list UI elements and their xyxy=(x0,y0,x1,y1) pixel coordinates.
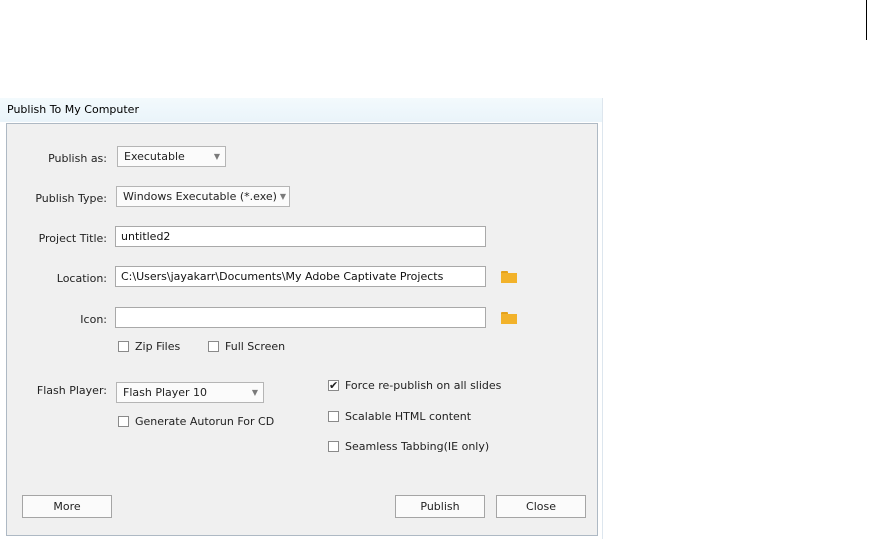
checkbox-box xyxy=(118,341,129,352)
scalable-html-checkbox[interactable]: Scalable HTML content xyxy=(328,410,471,423)
folder-icon[interactable] xyxy=(501,312,517,324)
publish-dialog: Publish To My Computer Publish as: Execu… xyxy=(0,98,603,539)
publish-type-dropdown[interactable]: Windows Executable (*.exe) ▼ xyxy=(116,186,290,207)
publish-as-value: Executable xyxy=(124,150,185,163)
location-label: Location: xyxy=(56,272,107,285)
location-input[interactable]: C:\Users\jayakarr\Documents\My Adobe Cap… xyxy=(115,266,486,287)
checkmark-icon: ✔ xyxy=(328,379,339,392)
publish-button[interactable]: Publish xyxy=(395,495,485,518)
force-republish-checkbox[interactable]: ✔ Force re-publish on all slides xyxy=(328,379,501,392)
generate-autorun-label: Generate Autorun For CD xyxy=(135,415,275,428)
seamless-tabbing-checkbox[interactable]: Seamless Tabbing(IE only) xyxy=(328,440,489,453)
project-title-label: Project Title: xyxy=(38,232,107,245)
chevron-down-icon: ▼ xyxy=(251,388,259,397)
zip-files-label: Zip Files xyxy=(135,340,181,353)
icon-path-input[interactable] xyxy=(115,307,486,328)
flash-player-dropdown[interactable]: Flash Player 10 ▼ xyxy=(116,382,264,403)
icon-label: Icon: xyxy=(80,313,107,326)
publish-as-dropdown[interactable]: Executable ▼ xyxy=(117,146,226,167)
flash-player-value: Flash Player 10 xyxy=(123,386,208,399)
force-republish-label: Force re-publish on all slides xyxy=(345,379,502,392)
dialog-title: Publish To My Computer xyxy=(7,103,139,116)
scalable-html-label: Scalable HTML content xyxy=(345,410,472,423)
project-title-input[interactable]: untitled2 xyxy=(115,226,486,247)
seamless-tabbing-label: Seamless Tabbing(IE only) xyxy=(345,440,490,453)
window-edge-divider xyxy=(866,0,867,40)
flash-player-label: Flash Player: xyxy=(36,384,107,397)
full-screen-label: Full Screen xyxy=(225,340,286,353)
checkbox-box xyxy=(118,416,129,427)
dialog-titlebar: Publish To My Computer xyxy=(0,98,602,122)
zip-files-checkbox[interactable]: Zip Files xyxy=(118,340,180,353)
chevron-down-icon: ▼ xyxy=(279,192,287,201)
publish-type-value: Windows Executable (*.exe) xyxy=(123,190,277,203)
checkbox-box xyxy=(328,441,339,452)
more-button[interactable]: More xyxy=(22,495,112,518)
generate-autorun-checkbox[interactable]: Generate Autorun For CD xyxy=(118,415,274,428)
chevron-down-icon: ▼ xyxy=(213,152,221,161)
publish-type-label: Publish Type: xyxy=(35,192,107,205)
checkbox-box xyxy=(328,411,339,422)
folder-icon[interactable] xyxy=(501,271,517,283)
close-button[interactable]: Close xyxy=(496,495,586,518)
checkbox-box xyxy=(208,341,219,352)
dialog-panel: Publish as: Executable ▼ Publish Type: W… xyxy=(6,123,598,536)
publish-as-label: Publish as: xyxy=(48,152,107,165)
full-screen-checkbox[interactable]: Full Screen xyxy=(208,340,285,353)
